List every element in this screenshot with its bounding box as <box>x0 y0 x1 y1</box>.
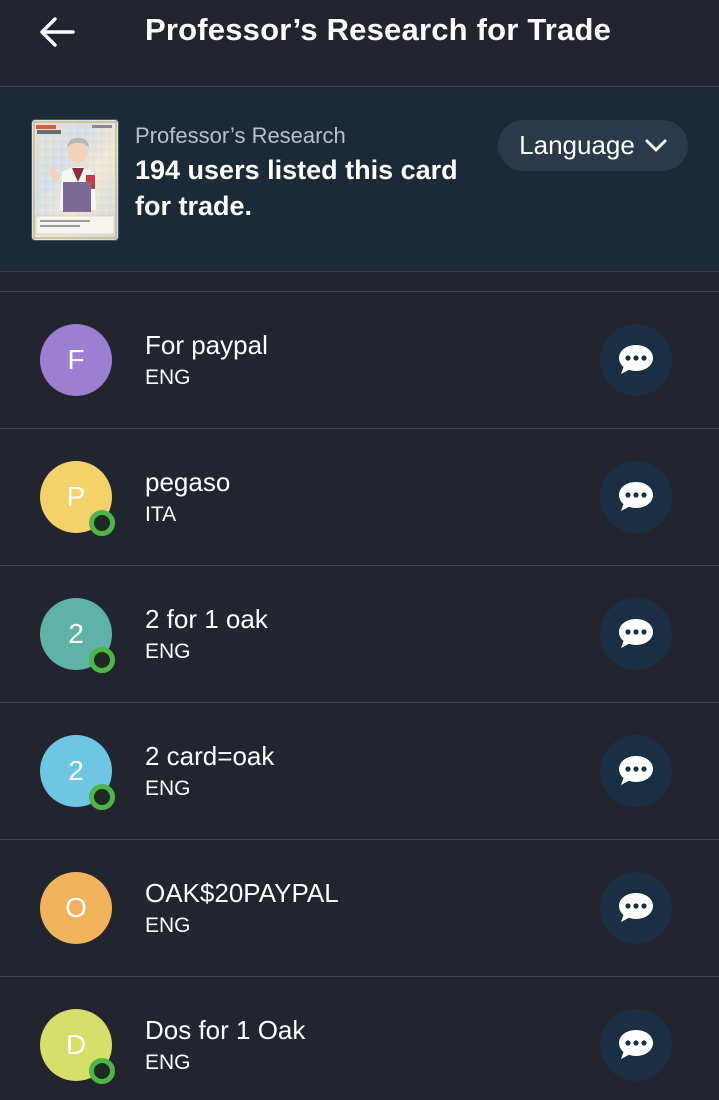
avatar: D <box>40 1009 115 1084</box>
language-filter-label: Language <box>519 130 635 160</box>
list-item[interactable]: P pegaso ITA <box>0 429 719 566</box>
chat-button[interactable] <box>600 324 672 396</box>
listing-language: ENG <box>145 366 191 389</box>
listing-user-note: OAK$20PAYPAL <box>145 878 339 908</box>
online-status-indicator <box>89 647 115 673</box>
card-artwork-image <box>32 120 118 240</box>
avatar: O <box>40 872 112 944</box>
page-title: Professor’s Research for Trade <box>145 12 612 47</box>
trade-listings-screen: Professor’s Research for Trade Professor… <box>0 0 719 1100</box>
chevron-down-icon <box>645 139 667 151</box>
avatar-initial: P <box>66 481 86 512</box>
avatar: 2 <box>40 598 115 673</box>
listing-language: ENG <box>145 640 191 663</box>
chat-button[interactable] <box>600 598 672 670</box>
listing-user-note: 2 for 1 oak <box>145 604 268 634</box>
online-status-indicator <box>89 784 115 810</box>
listing-user-note: Dos for 1 Oak <box>145 1015 306 1045</box>
list-item[interactable]: O OAK$20PAYPAL ENG <box>0 840 719 977</box>
list-item[interactable]: 2 2 card=oak ENG <box>0 703 719 840</box>
avatar-initial: O <box>65 892 87 923</box>
chat-button[interactable] <box>600 872 672 944</box>
card-name: Professor’s Research <box>135 123 346 148</box>
chat-bubble-icon <box>619 756 653 785</box>
listing-language: ITA <box>145 503 177 526</box>
chat-bubble-icon <box>619 482 653 511</box>
online-status-indicator <box>89 510 115 536</box>
avatar-initial: D <box>65 1029 87 1060</box>
listing-user-note: For paypal <box>145 330 268 360</box>
chat-bubble-icon <box>619 1030 653 1059</box>
listing-language: ENG <box>145 914 191 937</box>
avatar-initial: 2 <box>68 618 84 649</box>
listing-language: ENG <box>145 777 191 800</box>
listing-count-text: 194 users listed this card for trade. <box>135 155 458 221</box>
listing-language: ENG <box>145 1051 191 1074</box>
avatar: F <box>40 324 112 396</box>
chat-button[interactable] <box>600 1009 672 1081</box>
avatar: P <box>40 461 115 536</box>
online-status-indicator <box>89 1058 115 1084</box>
avatar-initial: F <box>67 344 85 375</box>
chat-bubble-icon <box>619 345 653 374</box>
avatar-initial: 2 <box>68 755 84 786</box>
list-item[interactable]: F For paypal ENG <box>0 292 719 429</box>
trade-listings-list: F For paypal ENG P pegaso ITA 2 2 for 1 … <box>0 292 719 1100</box>
back-button[interactable] <box>30 8 84 56</box>
card-thumbnail[interactable] <box>32 120 118 240</box>
chat-button[interactable] <box>600 461 672 533</box>
app-bar: Professor’s Research for Trade <box>0 0 719 87</box>
arrow-left-icon <box>40 17 75 47</box>
list-item[interactable]: D Dos for 1 Oak ENG <box>0 977 719 1100</box>
language-filter-button[interactable]: Language <box>498 120 688 171</box>
list-item[interactable]: 2 2 for 1 oak ENG <box>0 566 719 703</box>
chat-bubble-icon <box>619 619 653 648</box>
avatar: 2 <box>40 735 115 810</box>
chat-button[interactable] <box>600 735 672 807</box>
listing-user-note: 2 card=oak <box>145 741 275 771</box>
card-header: Professor’s Research 194 users listed th… <box>0 88 719 272</box>
listing-user-note: pegaso <box>145 467 231 497</box>
chat-bubble-icon <box>619 893 653 922</box>
